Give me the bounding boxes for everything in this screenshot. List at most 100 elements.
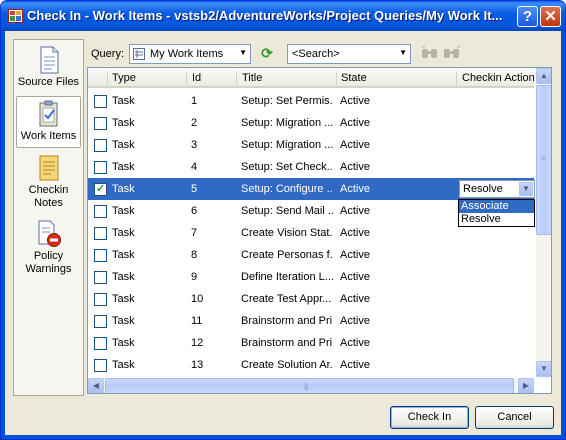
close-button[interactable]: ✕	[540, 6, 561, 27]
cell-id: 9	[191, 271, 198, 283]
row-checkbox[interactable]	[94, 315, 107, 328]
clipboard-icon	[36, 100, 62, 128]
cancel-button[interactable]: Cancel	[475, 406, 554, 429]
help-button[interactable]: ?	[517, 6, 538, 27]
cell-state: Active	[340, 205, 370, 217]
warning-icon	[36, 220, 62, 248]
table-row[interactable]: Task 2 Setup: Migration ... Active	[88, 112, 534, 134]
cell-id: 2	[191, 117, 198, 129]
cell-type: Task	[112, 337, 135, 349]
cell-id: 12	[191, 337, 204, 349]
column-header-checkin-action[interactable]: Checkin Action	[462, 72, 535, 84]
cell-type: Task	[112, 183, 135, 195]
sidebar-item-source-files[interactable]: Source Files	[16, 46, 81, 94]
option-resolve[interactable]: Resolve	[459, 213, 534, 226]
chevron-down-icon[interactable]: ▼	[519, 182, 533, 196]
checkin-action-list: Associate Resolve	[458, 199, 535, 227]
cell-type: Task	[112, 117, 135, 129]
cell-id: 1	[191, 95, 198, 107]
scroll-thumb[interactable]: |||	[105, 378, 514, 393]
refresh-icon[interactable]: ⟳	[259, 45, 275, 61]
sidebar-item-checkin-notes[interactable]: Checkin Notes	[16, 154, 81, 214]
cell-state: Active	[340, 249, 370, 261]
column-header-state[interactable]: State	[341, 72, 367, 84]
option-associate[interactable]: Associate	[459, 200, 534, 213]
sidebar-item-label: Source Files	[17, 76, 80, 88]
row-checkbox[interactable]	[94, 139, 107, 152]
query-icon	[133, 48, 145, 60]
cell-id: 11	[191, 315, 203, 327]
table-row[interactable]: Task 4 Setup: Set Check... Active	[88, 156, 534, 178]
row-checkbox[interactable]	[94, 271, 107, 284]
column-header-title[interactable]: Title	[242, 72, 262, 84]
check-in-button[interactable]: Check In	[390, 406, 469, 429]
cell-state: Active	[340, 359, 370, 371]
scroll-up-button[interactable]: ▲	[536, 68, 551, 84]
sidebar-item-label: Work Items	[20, 130, 77, 142]
row-checkbox[interactable]	[94, 95, 107, 108]
column-separator	[456, 71, 457, 85]
grip-icon: |||	[304, 382, 308, 391]
cell-state: Active	[340, 227, 370, 239]
document-icon	[36, 46, 62, 74]
work-items-grid: Type Id Title State Checkin Action Task 1…	[87, 67, 552, 394]
query-select[interactable]: My Work Items ▼	[129, 44, 251, 64]
row-checkbox[interactable]	[94, 359, 107, 372]
cell-type: Task	[112, 271, 135, 283]
cell-title: Setup: Migration ...	[241, 117, 333, 129]
cell-title: Brainstorm and Pri...	[241, 337, 333, 349]
table-row[interactable]: Task 9 Define Iteration L... Active	[88, 266, 534, 288]
find-next-icon[interactable]	[443, 46, 461, 60]
sidebar-item-label: Checkin Notes	[28, 184, 69, 209]
row-checkbox[interactable]	[94, 249, 107, 262]
find-previous-icon[interactable]	[421, 46, 439, 60]
table-row[interactable]: Task 10 Create Test Appr... Active	[88, 288, 534, 310]
row-checkbox[interactable]	[94, 227, 107, 240]
column-separator	[107, 71, 108, 85]
column-header-id[interactable]: Id	[192, 72, 201, 84]
search-combo[interactable]: <Search> ▼	[287, 44, 411, 64]
scroll-down-button[interactable]: ▼	[536, 361, 551, 377]
column-separator	[236, 71, 237, 85]
table-row[interactable]: Task 1 Setup: Set Permis... Active	[88, 90, 534, 112]
checkin-action-select[interactable]: Resolve ▼	[459, 180, 535, 198]
row-checkbox[interactable]	[94, 182, 107, 196]
cell-type: Task	[112, 139, 135, 151]
row-checkbox[interactable]	[94, 337, 107, 350]
cell-type: Task	[112, 205, 135, 217]
cancel-label: Cancel	[497, 411, 532, 423]
scroll-right-button[interactable]: ▶	[518, 378, 534, 393]
grid-header: Type Id Title State Checkin Action	[88, 68, 535, 88]
scroll-thumb[interactable]: ≡	[536, 85, 551, 235]
frame-border	[1, 31, 5, 439]
scroll-left-button[interactable]: ◀	[88, 378, 104, 393]
title-bar[interactable]: Check In - Work Items - vstsb2/Adventure…	[1, 1, 565, 31]
table-row[interactable]: Task 3 Setup: Migration ... Active	[88, 134, 534, 156]
table-row[interactable]: Task 12 Brainstorm and Pri... Active	[88, 332, 534, 354]
row-checkbox[interactable]	[94, 161, 107, 174]
column-header-type[interactable]: Type	[112, 72, 136, 84]
checkin-action-value: Resolve	[463, 183, 503, 195]
row-checkbox[interactable]	[94, 293, 107, 306]
cell-type: Task	[112, 249, 135, 261]
table-row[interactable]: Task 8 Create Personas f... Active	[88, 244, 534, 266]
cell-state: Active	[340, 337, 370, 349]
cell-id: 13	[191, 359, 204, 371]
frame-border	[561, 31, 565, 439]
cell-state: Active	[340, 139, 370, 151]
table-row[interactable]: Task 11 Brainstorm and Pri... Active	[88, 310, 534, 332]
vertical-scrollbar[interactable]: ▲ ≡ ▼	[536, 68, 551, 377]
horizontal-scrollbar[interactable]: ◀ ||| ▶	[88, 378, 534, 393]
cell-state: Active	[340, 315, 370, 327]
app-icon	[8, 9, 23, 23]
sidebar-item-work-items[interactable]: Work Items	[16, 96, 81, 148]
cell-title: Create Personas f...	[241, 249, 333, 261]
cell-state: Active	[340, 271, 370, 283]
sidebar-item-policy-warnings[interactable]: Policy Warnings	[16, 220, 81, 280]
cell-title: Create Vision Stat...	[241, 227, 333, 239]
row-checkbox[interactable]	[94, 117, 107, 130]
table-row[interactable]: Task 13 Create Solution Ar... Active	[88, 354, 534, 376]
cell-type: Task	[112, 359, 135, 371]
row-checkbox[interactable]	[94, 205, 107, 218]
sidebar-item-label: Policy Warnings	[25, 250, 72, 275]
